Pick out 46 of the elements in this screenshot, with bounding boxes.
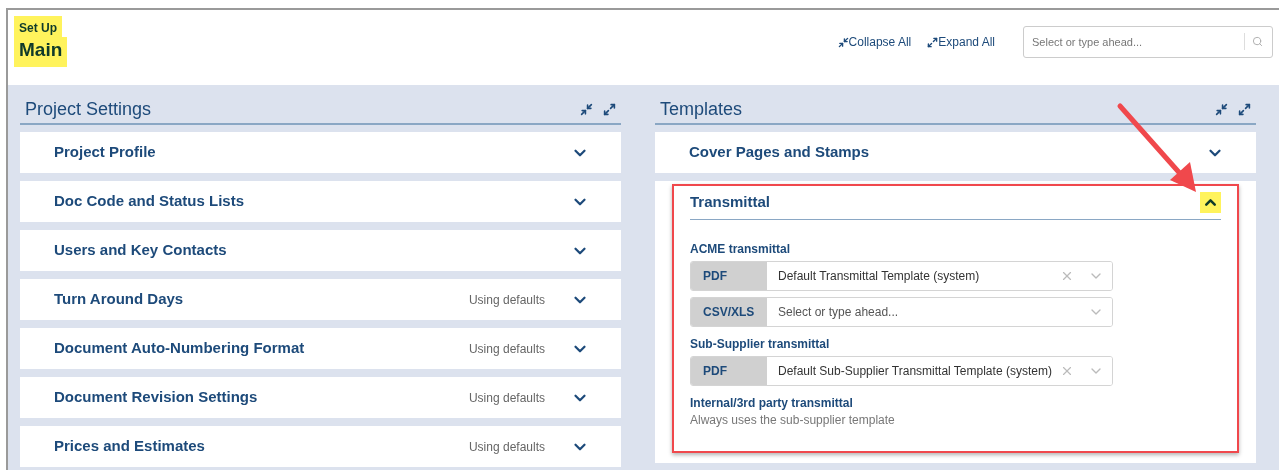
select-value: Default Transmittal Template (system) [778, 268, 981, 285]
item-title: Project Profile [54, 142, 157, 163]
panel-title: Templates [660, 97, 744, 121]
page-title: Main [14, 37, 68, 67]
section-note: Always uses the sub-supplier template [690, 412, 896, 429]
section-label: Internal/3rd party transmittal [690, 395, 854, 412]
expand-icon [927, 36, 939, 48]
format-label: PDF [691, 357, 767, 385]
accordion-item[interactable]: Prices and Estimates Using defaults [20, 426, 621, 467]
item-title: Document Revision Settings [54, 387, 259, 408]
format-label: CSV/XLS [691, 298, 767, 326]
format-label: PDF [691, 262, 767, 290]
expand-all-link[interactable]: Expand All [927, 33, 995, 51]
chevron-up-icon[interactable] [1200, 192, 1221, 213]
select-placeholder: Select or type ahead... [778, 304, 900, 321]
accordion-item[interactable]: Cover Pages and Stamps [655, 132, 1256, 173]
select-value: Default Sub-Supplier Transmittal Template (system) [778, 363, 1053, 380]
template-select[interactable]: CSV/XLS Select or type ahead... [690, 297, 1113, 327]
panel-title: Project Settings [25, 97, 153, 121]
section-label: ACME transmittal [690, 241, 791, 258]
accordion-item[interactable]: Document Revision Settings Using defaults [20, 377, 621, 418]
expand-icon[interactable] [1238, 102, 1251, 116]
item-title: Users and Key Contacts [54, 240, 228, 261]
accordion-item[interactable]: Project Profile [20, 132, 621, 173]
accordion-item[interactable]: Document Auto-Numbering Format Using defaults [20, 328, 621, 369]
expand-icon[interactable] [603, 102, 616, 116]
item-title: Cover Pages and Stamps [689, 142, 871, 163]
item-note: Using defaults [468, 389, 545, 407]
item-title: Turn Around Days [54, 289, 185, 310]
collapse-all-link[interactable]: Collapse All [837, 33, 912, 51]
section-label: Sub-Supplier transmittal [690, 336, 831, 353]
item-title: Doc Code and Status Lists [54, 191, 246, 212]
item-title: Prices and Estimates [54, 436, 206, 457]
item-note: Using defaults [468, 340, 545, 358]
breadcrumb: Set Up [14, 16, 62, 37]
item-note: Using defaults [468, 438, 545, 456]
collapse-icon [837, 36, 849, 48]
item-title: Document Auto-Numbering Format [54, 338, 306, 359]
accordion-item[interactable]: Turn Around Days Using defaults [20, 279, 621, 320]
collapse-icon[interactable] [580, 102, 593, 116]
accordion-item[interactable]: Doc Code and Status Lists [20, 181, 621, 222]
item-title: Transmittal [690, 192, 772, 213]
item-note: Using defaults [468, 291, 545, 309]
collapse-icon[interactable] [1215, 102, 1228, 116]
search-field[interactable]: Select or type ahead... [1023, 26, 1273, 58]
accordion-item[interactable]: Users and Key Contacts [20, 230, 621, 271]
